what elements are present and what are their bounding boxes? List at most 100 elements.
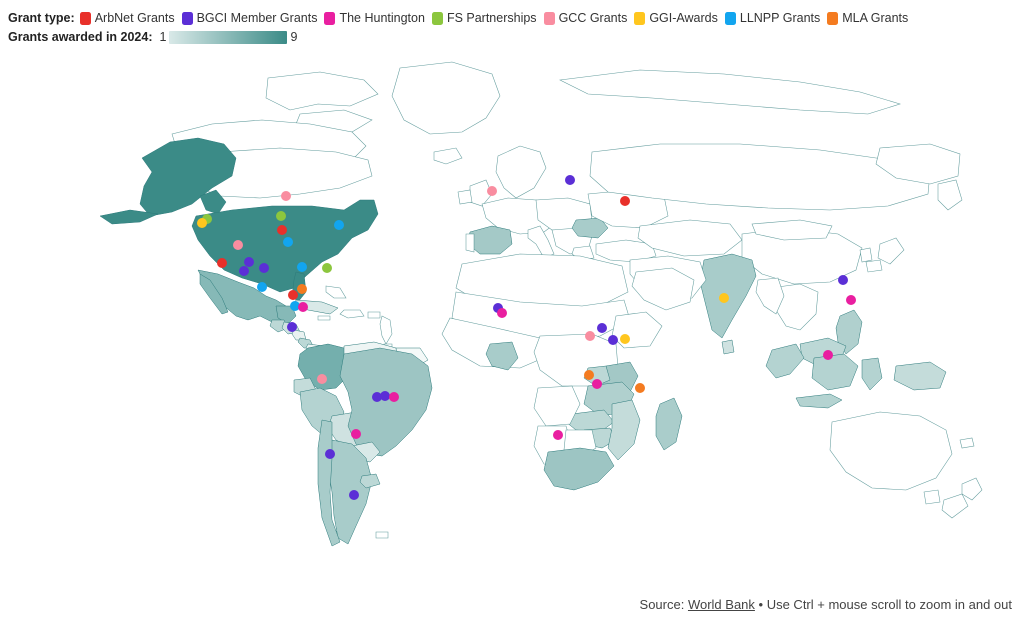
world-map-svg[interactable] xyxy=(0,48,1020,593)
map-marker-gcc-grants[interactable] xyxy=(281,191,291,201)
source-prefix: Source: xyxy=(639,597,688,612)
grant-type-legend-title: Grant type: xyxy=(8,11,75,25)
value-scale-legend: Grants awarded in 2024: 1 9 xyxy=(8,28,1020,46)
country-italy[interactable] xyxy=(527,225,555,259)
country-indonesia-borneo[interactable] xyxy=(811,353,859,391)
map-marker-bgci-member-grants[interactable] xyxy=(565,175,575,185)
map-marker-arbnet-grants[interactable] xyxy=(288,290,298,300)
zoom-hint: • Use Ctrl + mouse scroll to zoom in and… xyxy=(754,597,1012,612)
legend-item-bgci-member-grants[interactable]: BGCI Member Grants xyxy=(181,11,317,25)
map-marker-the-huntington[interactable] xyxy=(298,302,308,312)
country-south-africa[interactable] xyxy=(543,447,615,491)
source-link[interactable]: World Bank xyxy=(688,597,755,612)
island-lesser-antilles[interactable] xyxy=(379,315,393,345)
region-scandinavia[interactable] xyxy=(495,145,547,199)
island-jamaica[interactable] xyxy=(317,315,331,321)
country-russia-arctic[interactable] xyxy=(559,69,901,115)
map-marker-the-huntington[interactable] xyxy=(846,295,856,305)
map-marker-the-huntington[interactable] xyxy=(823,350,833,360)
legend-item-mla-grants[interactable]: MLA Grants xyxy=(827,11,908,25)
map-marker-gcc-grants[interactable] xyxy=(233,240,243,250)
map-marker-fs-partnerships[interactable] xyxy=(322,263,332,273)
country-spain[interactable] xyxy=(467,225,513,255)
map-marker-bgci-member-grants[interactable] xyxy=(349,490,359,500)
region-kamchatka[interactable] xyxy=(937,179,963,211)
country-papua-new-guinea[interactable] xyxy=(893,361,947,391)
legend-item-label: GGI-Awards xyxy=(649,11,718,25)
map-canvas[interactable] xyxy=(0,48,1020,593)
country-new-zealand-south[interactable] xyxy=(941,493,969,519)
map-marker-llnpp-grants[interactable] xyxy=(297,262,307,272)
value-scale-title: Grants awarded in 2024: xyxy=(8,30,153,44)
map-marker-ggi-awards[interactable] xyxy=(620,334,630,344)
map-marker-fs-partnerships[interactable] xyxy=(276,211,286,221)
country-australia[interactable] xyxy=(829,411,953,491)
legend-item-ggi-awards[interactable]: GGI-Awards xyxy=(634,11,718,25)
map-marker-bgci-member-grants[interactable] xyxy=(259,263,269,273)
country-arctic-canada[interactable] xyxy=(265,71,379,111)
map-marker-the-huntington[interactable] xyxy=(497,308,507,318)
map-marker-llnpp-grants[interactable] xyxy=(334,220,344,230)
island-iceland[interactable] xyxy=(433,147,463,165)
map-marker-mla-grants[interactable] xyxy=(297,284,307,294)
country-greenland[interactable] xyxy=(391,61,501,135)
map-marker-ggi-awards[interactable] xyxy=(197,218,207,228)
map-marker-bgci-member-grants[interactable] xyxy=(244,257,254,267)
legend-item-label: ArbNet Grants xyxy=(94,11,175,25)
country-indonesia-sulawesi[interactable] xyxy=(861,357,883,391)
legend-item-the-huntington[interactable]: The Huntington xyxy=(324,11,425,25)
map-marker-bgci-member-grants[interactable] xyxy=(380,391,390,401)
legend-swatch-icon xyxy=(181,11,193,25)
island-falklands[interactable] xyxy=(375,531,389,539)
legend-item-gcc-grants[interactable]: GCC Grants xyxy=(543,11,628,25)
map-marker-mla-grants[interactable] xyxy=(635,383,645,393)
map-marker-gcc-grants[interactable] xyxy=(585,331,595,341)
map-marker-the-huntington[interactable] xyxy=(592,379,602,389)
country-ireland[interactable] xyxy=(457,189,473,205)
legend-item-llnpp-grants[interactable]: LLNPP Grants xyxy=(724,11,820,25)
map-marker-the-huntington[interactable] xyxy=(351,429,361,439)
legend-item-label: The Huntington xyxy=(339,11,425,25)
map-marker-ggi-awards[interactable] xyxy=(719,293,729,303)
map-marker-arbnet-grants[interactable] xyxy=(217,258,227,268)
map-marker-bgci-member-grants[interactable] xyxy=(239,266,249,276)
country-portugal[interactable] xyxy=(465,233,475,253)
legend-swatch-icon xyxy=(431,11,443,25)
footer-source-note: Source: World Bank • Use Ctrl + mouse sc… xyxy=(0,597,1012,612)
map-marker-arbnet-grants[interactable] xyxy=(277,225,287,235)
country-new-zealand-north[interactable] xyxy=(961,477,983,501)
country-madagascar[interactable] xyxy=(655,397,683,451)
country-japan[interactable] xyxy=(877,237,905,265)
legend-item-label: MLA Grants xyxy=(842,11,909,25)
map-marker-bgci-member-grants[interactable] xyxy=(608,335,618,345)
legend-item-label: GCC Grants xyxy=(558,11,628,25)
country-indonesia-sumatra[interactable] xyxy=(765,343,805,379)
country-japan-south[interactable] xyxy=(865,259,883,273)
legend-swatch-icon xyxy=(543,11,555,25)
island-puerto-rico[interactable] xyxy=(367,311,381,319)
map-marker-llnpp-grants[interactable] xyxy=(257,282,267,292)
island-tasmania[interactable] xyxy=(923,489,941,505)
island-hispaniola[interactable] xyxy=(339,309,365,319)
country-mozambique[interactable] xyxy=(607,399,641,461)
legend-swatch-icon xyxy=(634,11,646,25)
map-marker-bgci-member-grants[interactable] xyxy=(287,322,297,332)
map-marker-llnpp-grants[interactable] xyxy=(283,237,293,247)
map-marker-mla-grants[interactable] xyxy=(584,370,594,380)
country-korea[interactable] xyxy=(859,247,873,263)
country-sri-lanka[interactable] xyxy=(721,339,735,355)
legend-item-arbnet-grants[interactable]: ArbNet Grants xyxy=(79,11,175,25)
map-marker-bgci-member-grants[interactable] xyxy=(325,449,335,459)
map-marker-gcc-grants[interactable] xyxy=(317,374,327,384)
map-marker-the-huntington[interactable] xyxy=(553,430,563,440)
map-marker-gcc-grants[interactable] xyxy=(487,186,497,196)
island-new-caledonia[interactable] xyxy=(959,437,975,449)
country-indonesia-java[interactable] xyxy=(795,393,843,409)
map-marker-bgci-member-grants[interactable] xyxy=(597,323,607,333)
map-marker-the-huntington[interactable] xyxy=(389,392,399,402)
region-horn-of-africa[interactable] xyxy=(611,311,663,349)
map-marker-arbnet-grants[interactable] xyxy=(620,196,630,206)
map-marker-bgci-member-grants[interactable] xyxy=(838,275,848,285)
legend-item-fs-partnerships[interactable]: FS Partnerships xyxy=(431,11,537,25)
island-bahamas[interactable] xyxy=(325,285,347,299)
